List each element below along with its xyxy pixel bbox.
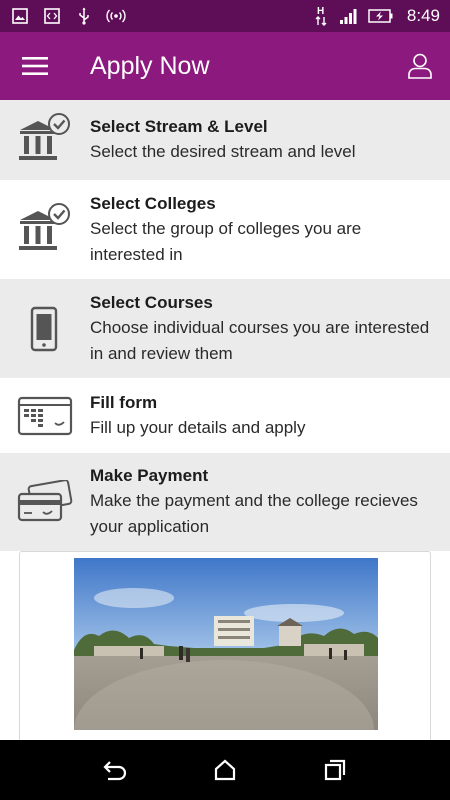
step-select-colleges[interactable]: Select Colleges Select the group of coll… — [0, 180, 450, 279]
institution-check-icon — [0, 112, 90, 168]
mobile-icon — [0, 306, 90, 352]
home-button[interactable] — [200, 745, 250, 795]
credit-card-icon — [0, 480, 90, 524]
form-window-icon — [0, 396, 90, 436]
step-description: Choose individual courses you are intere… — [90, 317, 430, 363]
navigation-bar — [0, 740, 450, 800]
campus-image-card[interactable] — [19, 551, 431, 751]
back-icon — [103, 761, 127, 781]
step-select-stream[interactable]: Select Stream & Level Select the desired… — [0, 100, 450, 180]
step-title: Select Colleges — [90, 193, 216, 213]
status-time: 8:49 — [406, 6, 440, 25]
hamburger-menu-icon — [22, 57, 48, 75]
step-make-payment[interactable]: Make Payment Make the payment and the co… — [0, 453, 450, 551]
status-bar: H 8:49 — [0, 0, 450, 32]
hotspot-icon — [106, 7, 126, 25]
step-description: Select the group of colleges you are int… — [90, 218, 362, 264]
svg-text:H: H — [317, 6, 324, 17]
h-data-icon: H — [311, 6, 331, 26]
home-icon — [214, 759, 236, 781]
step-description: Select the desired stream and level — [90, 142, 356, 161]
image-icon — [10, 7, 30, 25]
code-icon — [42, 7, 62, 25]
institution-check-icon — [0, 202, 90, 258]
app-bar: Apply Now — [0, 32, 450, 100]
user-profile-icon — [408, 53, 432, 79]
step-description: Make the payment and the college recieve… — [90, 491, 418, 536]
battery-charging-icon — [367, 7, 395, 25]
signal-icon — [339, 7, 359, 25]
back-button[interactable] — [90, 745, 140, 795]
step-title: Fill form — [90, 392, 158, 412]
application-steps: Select Stream & Level Select the desired… — [0, 100, 450, 551]
recent-apps-icon — [324, 759, 346, 781]
step-title: Select Stream & Level — [90, 117, 268, 136]
page-title: Apply Now — [90, 51, 210, 80]
step-fill-form[interactable]: Fill form Fill up your details and apply — [0, 378, 450, 453]
recent-apps-button[interactable] — [310, 745, 360, 795]
step-description: Fill up your details and apply — [90, 417, 306, 437]
step-title: Select Courses — [90, 292, 213, 312]
step-title: Make Payment — [90, 466, 209, 485]
profile-button[interactable] — [390, 32, 450, 100]
campus-panorama-image — [74, 558, 378, 730]
step-select-courses[interactable]: Select Courses Choose individual courses… — [0, 279, 450, 378]
usb-icon — [74, 7, 94, 25]
menu-button[interactable] — [0, 32, 70, 100]
